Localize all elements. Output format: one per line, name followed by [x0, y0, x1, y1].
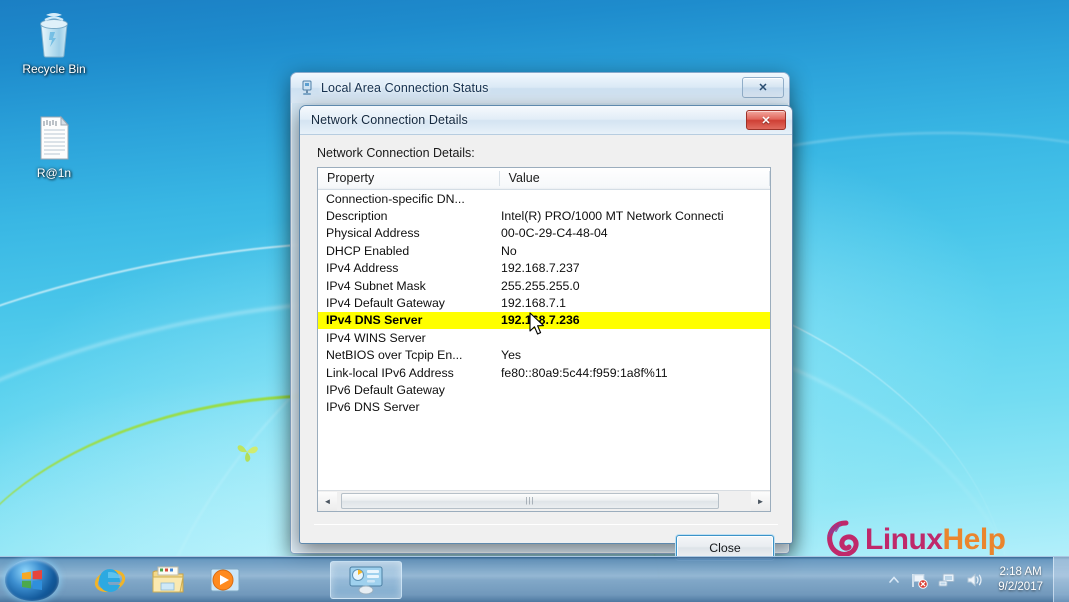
clock-date: 9/2/2017: [998, 581, 1043, 593]
row-property: NetBIOS over Tcpip En...: [326, 348, 463, 363]
taskbar-item-internet-explorer[interactable]: [84, 561, 136, 599]
row-value: Intel(R) PRO/1000 MT Network Connecti: [501, 209, 724, 224]
taskbar-clock[interactable]: 2:18 AM 9/2/2017: [994, 565, 1047, 595]
table-row[interactable]: DHCP Enabled No: [318, 242, 770, 259]
clock-time: 2:18 AM: [999, 566, 1042, 578]
table-row[interactable]: Physical Address 00-0C-29-C4-48-04: [318, 225, 770, 242]
row-property: IPv4 Default Gateway: [326, 296, 445, 311]
table-row[interactable]: Link-local IPv6 Address fe80::80a9:5c44:f…: [318, 364, 770, 381]
connection-details-listview[interactable]: Property Value Connection-specific DN...…: [317, 167, 771, 512]
row-value: 192.168.7.1: [501, 296, 566, 311]
taskbar[interactable]: 2:18 AM 9/2/2017: [0, 556, 1069, 602]
listview-horizontal-scrollbar[interactable]: ◄ ||| ►: [318, 490, 770, 511]
row-property: IPv4 WINS Server: [326, 330, 426, 345]
network-icon: [938, 573, 955, 587]
table-row[interactable]: IPv6 DNS Server: [318, 399, 770, 416]
row-value: No: [501, 243, 517, 258]
system-tray[interactable]: 2:18 AM 9/2/2017: [888, 557, 1047, 602]
watermark-part1: Linux: [865, 523, 943, 556]
linuxhelp-watermark: LinuxHelp: [826, 520, 1006, 560]
column-header-property[interactable]: Property: [318, 168, 500, 189]
footer-divider: [314, 524, 778, 525]
scrollbar-track[interactable]: |||: [337, 491, 751, 511]
network-button[interactable]: [938, 572, 956, 588]
row-value: 192.168.7.236: [501, 313, 580, 328]
flag-error-icon: [912, 573, 929, 589]
scroll-right-button[interactable]: ►: [751, 491, 770, 511]
row-property: IPv6 Default Gateway: [326, 382, 445, 397]
details-section-label: Network Connection Details:: [317, 146, 475, 160]
scrollbar-grip-icon: |||: [525, 496, 535, 505]
media-player-icon: [210, 568, 240, 592]
row-property: Link-local IPv6 Address: [326, 365, 454, 380]
row-property: DHCP Enabled: [326, 243, 410, 258]
network-connections-icon: [349, 566, 383, 595]
details-dialog-close-button[interactable]: ✕: [746, 110, 786, 130]
desktop-icon-recycle-bin[interactable]: Recycle Bin: [2, 8, 106, 76]
volume-button[interactable]: [966, 572, 984, 588]
row-value: 192.168.7.237: [501, 261, 580, 276]
text-file-icon: [2, 112, 106, 162]
details-dialog-body: Network Connection Details: Property Val…: [300, 135, 792, 560]
watermark-text: LinuxHelp: [865, 523, 1006, 557]
listview-rows: Connection-specific DN... Description Inte…: [318, 190, 770, 490]
start-button[interactable]: [5, 559, 59, 601]
table-row[interactable]: IPv4 WINS Server: [318, 329, 770, 346]
taskbar-item-windows-explorer[interactable]: [142, 561, 194, 599]
desktop-icon-r@1n[interactable]: R@1n: [2, 112, 106, 180]
status-window-close-button[interactable]: ✕: [742, 77, 784, 98]
linuxhelp-logo-icon: [827, 520, 859, 557]
recycle-bin-icon: [2, 8, 106, 58]
wallpaper-leaf-icon: [237, 445, 258, 462]
table-row[interactable]: Description Intel(R) PRO/1000 MT Network …: [318, 207, 770, 224]
windows-logo-icon: [22, 570, 42, 590]
action-center-button[interactable]: [910, 572, 929, 589]
table-row[interactable]: IPv4 Default Gateway 192.168.7.1: [318, 294, 770, 311]
row-value: fe80::80a9:5c44:f959:1a8f%11: [501, 365, 668, 380]
network-connection-details-dialog[interactable]: Network Connection Details ✕ Network Con…: [299, 105, 793, 560]
show-desktop-button[interactable]: [1053, 557, 1069, 602]
desktop-icon-label: Recycle Bin: [22, 62, 86, 76]
row-value: 255.255.255.0: [501, 278, 580, 293]
row-value: 00-0C-29-C4-48-04: [501, 226, 608, 241]
table-row[interactable]: IPv4 Address 192.168.7.237: [318, 260, 770, 277]
row-property: Description: [326, 209, 388, 224]
table-row[interactable]: IPv4 Subnet Mask 255.255.255.0: [318, 277, 770, 294]
watermark-part2: Help: [942, 523, 1007, 556]
row-value: Yes: [501, 348, 522, 363]
volume-icon: [967, 573, 982, 587]
taskbar-item-media-player[interactable]: [200, 561, 252, 599]
table-row[interactable]: NetBIOS over Tcpip En... Yes: [318, 347, 770, 364]
row-property: IPv6 DNS Server: [326, 400, 420, 415]
row-property: IPv4 Address: [326, 261, 399, 276]
details-dialog-titlebar[interactable]: Network Connection Details ✕: [300, 106, 792, 135]
row-property: IPv4 DNS Server: [326, 313, 423, 328]
details-dialog-title: Network Connection Details: [311, 113, 468, 127]
row-property: Connection-specific DN...: [326, 191, 465, 206]
windows-explorer-icon: [152, 566, 184, 593]
desktop-icon-label: R@1n: [36, 166, 72, 180]
table-row[interactable]: IPv6 Default Gateway: [318, 381, 770, 398]
row-property: Physical Address: [326, 226, 420, 241]
table-row[interactable]: IPv4 DNS Server 192.168.7.236: [318, 311, 770, 330]
listview-header: Property Value: [318, 168, 771, 190]
status-window-title: Local Area Connection Status: [321, 81, 489, 95]
scrollbar-thumb[interactable]: |||: [341, 492, 719, 509]
chevron-up-icon: [889, 576, 900, 583]
scroll-left-button[interactable]: ◄: [318, 491, 337, 511]
internet-explorer-icon: [94, 569, 126, 593]
column-header-value[interactable]: Value: [500, 168, 771, 189]
row-property: IPv4 Subnet Mask: [326, 278, 426, 293]
network-status-icon: [302, 80, 312, 95]
show-hidden-icons-button[interactable]: [888, 574, 900, 586]
taskbar-item-network-connections[interactable]: [330, 561, 402, 599]
desktop[interactable]: Recycle Bin R@1n Local Area Connection S…: [0, 0, 1069, 602]
status-window-titlebar[interactable]: Local Area Connection Status ✕: [291, 73, 789, 103]
table-row[interactable]: Connection-specific DN...: [318, 190, 770, 207]
